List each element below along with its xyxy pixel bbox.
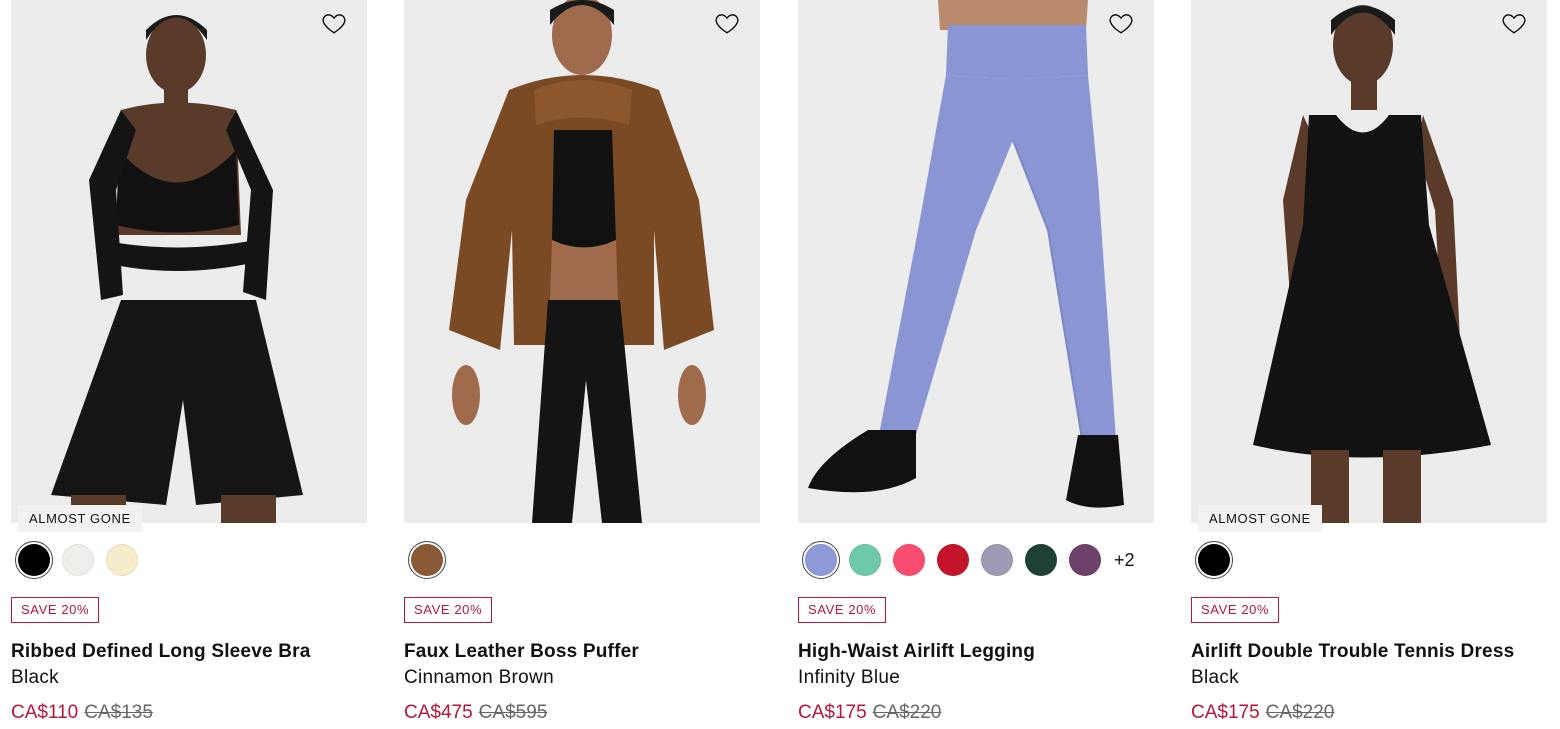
swatch-dot bbox=[62, 544, 94, 576]
color-swatches bbox=[408, 541, 446, 579]
more-colors-link[interactable]: +2 bbox=[1114, 550, 1135, 571]
save-percent-badge: SAVE 20% bbox=[11, 597, 100, 623]
original-price: CA$595 bbox=[478, 702, 548, 723]
color-swatch-black[interactable] bbox=[15, 541, 53, 579]
original-price: CA$220 bbox=[872, 702, 942, 723]
product-card[interactable]: +2 SAVE 20% High-Waist Airlift Legging I… bbox=[798, 0, 1154, 729]
original-price: CA$220 bbox=[1265, 702, 1335, 723]
product-card[interactable]: ALMOST GONE SAVE 20% Ribbed Defined Long… bbox=[11, 0, 367, 729]
color-swatches bbox=[1195, 541, 1233, 579]
product-card[interactable]: SAVE 20% Faux Leather Boss Puffer Cinnam… bbox=[404, 0, 760, 729]
product-photo bbox=[404, 0, 760, 523]
color-swatch-dark-green[interactable] bbox=[1022, 541, 1060, 579]
product-photo bbox=[798, 0, 1154, 523]
product-photo bbox=[1191, 0, 1547, 523]
product-color-name: Cinnamon Brown bbox=[404, 667, 554, 688]
swatch-dot bbox=[18, 544, 50, 576]
color-swatch-cinnamon-brown[interactable] bbox=[408, 541, 446, 579]
sale-price: CA$475 bbox=[404, 702, 473, 723]
almost-gone-badge: ALMOST GONE bbox=[1198, 505, 1322, 532]
product-image[interactable] bbox=[11, 0, 367, 523]
swatch-dot bbox=[1025, 544, 1057, 576]
color-swatch-cream[interactable] bbox=[103, 541, 141, 579]
product-price: CA$175 CA$220 bbox=[798, 702, 941, 724]
swatch-dot bbox=[411, 544, 443, 576]
sale-price: CA$175 bbox=[1191, 702, 1260, 723]
color-swatch-red[interactable] bbox=[934, 541, 972, 579]
swatch-dot bbox=[981, 544, 1013, 576]
color-swatch-infinity-blue[interactable] bbox=[802, 541, 840, 579]
wishlist-heart-icon[interactable] bbox=[714, 10, 740, 36]
swatch-dot bbox=[849, 544, 881, 576]
wishlist-heart-icon[interactable] bbox=[1108, 10, 1134, 36]
product-image[interactable] bbox=[798, 0, 1154, 523]
save-percent-badge: SAVE 20% bbox=[798, 597, 887, 623]
product-photo bbox=[11, 0, 367, 523]
product-price: CA$175 CA$220 bbox=[1191, 702, 1334, 724]
sale-price: CA$175 bbox=[798, 702, 867, 723]
color-swatch-purple[interactable] bbox=[1066, 541, 1104, 579]
product-name[interactable]: High-Waist Airlift Legging bbox=[798, 641, 1035, 663]
color-swatch-ivory[interactable] bbox=[59, 541, 97, 579]
swatch-dot bbox=[893, 544, 925, 576]
product-name[interactable]: Airlift Double Trouble Tennis Dress bbox=[1191, 641, 1514, 663]
product-name[interactable]: Faux Leather Boss Puffer bbox=[404, 641, 639, 663]
color-swatch-grey[interactable] bbox=[978, 541, 1016, 579]
color-swatch-pink[interactable] bbox=[890, 541, 928, 579]
sale-price: CA$110 bbox=[11, 702, 79, 723]
swatch-dot bbox=[1069, 544, 1101, 576]
color-swatch-green[interactable] bbox=[846, 541, 884, 579]
color-swatch-black[interactable] bbox=[1195, 541, 1233, 579]
wishlist-heart-icon[interactable] bbox=[1501, 10, 1527, 36]
wishlist-heart-icon[interactable] bbox=[321, 10, 347, 36]
product-image[interactable] bbox=[404, 0, 760, 523]
swatch-dot bbox=[106, 544, 138, 576]
color-swatches bbox=[15, 541, 141, 579]
swatch-dot bbox=[1198, 544, 1230, 576]
almost-gone-badge: ALMOST GONE bbox=[18, 505, 142, 532]
original-price: CA$135 bbox=[84, 702, 153, 723]
color-swatches: +2 bbox=[802, 541, 1135, 579]
product-price: CA$475 CA$595 bbox=[404, 702, 547, 724]
product-card[interactable]: ALMOST GONE SAVE 20% Airlift Double Trou… bbox=[1191, 0, 1547, 729]
product-image[interactable] bbox=[1191, 0, 1547, 523]
product-color-name: Infinity Blue bbox=[798, 667, 901, 688]
save-percent-badge: SAVE 20% bbox=[1191, 597, 1280, 623]
product-color-name: Black bbox=[1191, 667, 1239, 688]
product-price: CA$110 CA$135 bbox=[11, 702, 153, 724]
swatch-dot bbox=[937, 544, 969, 576]
product-name[interactable]: Ribbed Defined Long Sleeve Bra bbox=[11, 641, 311, 663]
product-color-name: Black bbox=[11, 667, 59, 688]
save-percent-badge: SAVE 20% bbox=[404, 597, 493, 623]
swatch-dot bbox=[805, 544, 837, 576]
